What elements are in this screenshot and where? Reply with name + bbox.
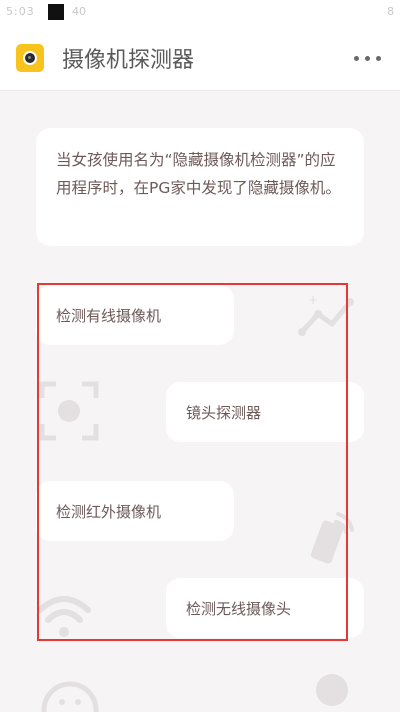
more-options-button[interactable] — [354, 52, 384, 64]
svg-text:+: + — [308, 293, 318, 307]
more-dot-icon — [354, 56, 359, 61]
lens-detector-button[interactable]: 镜头探测器 — [166, 382, 364, 442]
more-dot-icon — [365, 56, 370, 61]
detect-infrared-camera-label: 检测红外摄像机 — [56, 502, 162, 521]
status-notification-icon — [48, 4, 64, 20]
focus-target-decoration-icon — [39, 381, 99, 441]
status-signal: 40 — [72, 5, 86, 18]
more-dot-icon — [376, 56, 381, 61]
detect-wireless-camera-label: 检测无线摄像头 — [186, 599, 292, 618]
smiley-decoration-icon — [41, 681, 99, 712]
description-text: 当女孩使用名为“隐藏摄像机检测器”的应用程序时，在PG家中发现了隐藏摄像机。 — [56, 151, 341, 197]
lens-detector-label: 镜头探测器 — [186, 403, 262, 422]
status-bar: 5:03 40 8 — [0, 0, 400, 26]
detect-wired-camera-button[interactable]: 检测有线摄像机 — [36, 285, 234, 345]
detect-wireless-camera-button[interactable]: 检测无线摄像头 — [166, 578, 364, 638]
remote-decoration-icon — [310, 512, 354, 564]
chart-decoration-icon: + — [298, 293, 354, 336]
status-battery: 8 — [387, 5, 394, 18]
wifi-decoration-icon — [37, 596, 91, 637]
bulb-decoration-icon — [316, 674, 348, 706]
camera-app-icon — [16, 44, 44, 72]
app-header: 摄像机探测器 — [0, 26, 400, 91]
detect-wired-camera-label: 检测有线摄像机 — [56, 306, 162, 325]
status-time: 5:03 — [6, 5, 35, 18]
detect-infrared-camera-button[interactable]: 检测红外摄像机 — [36, 481, 234, 541]
page-title: 摄像机探测器 — [62, 48, 195, 73]
description-card: 当女孩使用名为“隐藏摄像机检测器”的应用程序时，在PG家中发现了隐藏摄像机。 — [36, 128, 364, 246]
